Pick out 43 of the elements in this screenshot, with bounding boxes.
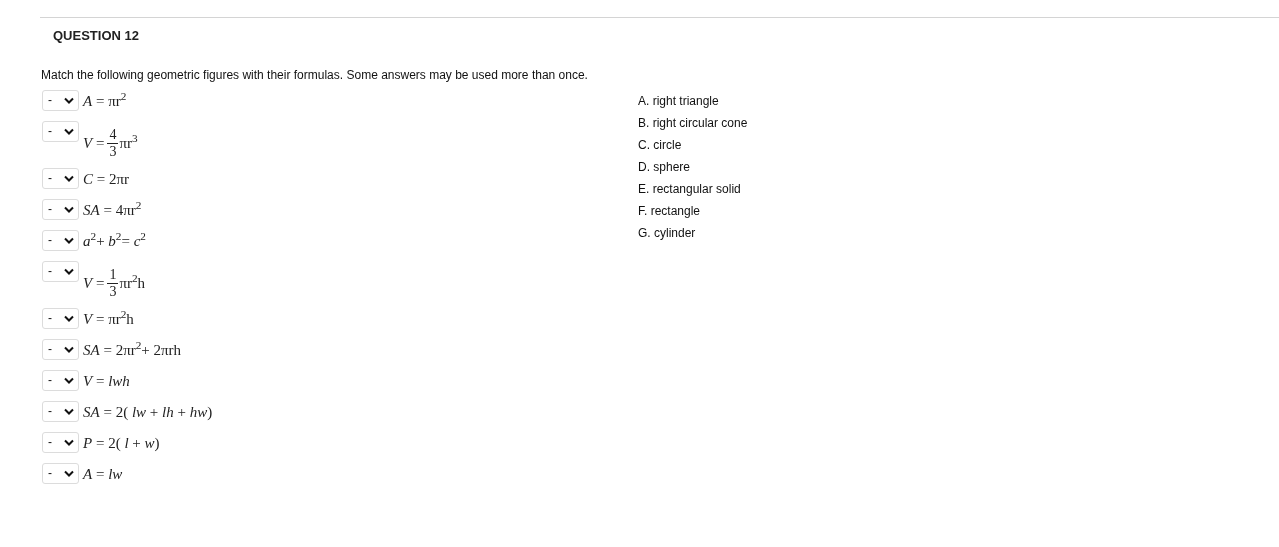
answer-dropdown[interactable]: - — [42, 89, 79, 111]
formula: V = lwh — [83, 371, 130, 391]
answer-option: D. sphere — [638, 158, 691, 176]
chevron-down-icon — [64, 314, 74, 322]
answer-option: B. right circular cone — [638, 114, 748, 132]
chevron-down-icon — [64, 174, 74, 182]
answer-dropdown[interactable]: - — [42, 400, 79, 422]
formula: C = 2πr — [83, 169, 130, 189]
answer-option: C. circle — [638, 136, 682, 154]
chevron-down-icon — [64, 345, 74, 353]
chevron-down-icon — [64, 438, 74, 446]
formula: SA = 2πr$^{2}$+ 2πrh — [83, 338, 182, 360]
chevron-down-icon — [64, 469, 74, 477]
chevron-down-icon — [64, 236, 74, 244]
chevron-down-icon — [64, 96, 74, 104]
formula: SA = 2( lw + lh + hw) — [83, 402, 213, 422]
instructions: Match the following geometric figures with their formulas. Some answers may be used more than once. — [41, 66, 588, 84]
formula: SA = 4πr$^{2}$ — [83, 198, 142, 220]
chevron-down-icon — [64, 407, 74, 415]
chevron-down-icon — [64, 267, 74, 275]
answer-dropdown[interactable]: - — [42, 120, 79, 142]
answer-option: F. rectangle — [638, 202, 701, 220]
question-title: QUESTION 12 — [53, 27, 139, 45]
formula: A = lw — [83, 464, 123, 484]
chevron-down-icon — [64, 376, 74, 384]
answer-dropdown[interactable]: - — [42, 198, 79, 220]
answer-option: A. right triangle — [638, 92, 719, 110]
chevron-down-icon — [64, 205, 74, 213]
answer-dropdown[interactable]: - — [42, 167, 79, 189]
formula: V = πr$^{2}$h — [83, 307, 134, 329]
answer-option: E. rectangular solid — [638, 180, 741, 198]
answer-dropdown[interactable]: - — [42, 462, 79, 484]
formula: A = πr$^{2}$ — [83, 89, 127, 111]
answer-option: G. cylinder — [638, 224, 696, 242]
formula: a$^{2}$+ b$^{2}$= c$^{2}$ — [83, 229, 146, 251]
answer-dropdown[interactable]: - — [42, 260, 79, 282]
answer-dropdown[interactable]: - — [42, 307, 79, 329]
chevron-down-icon — [64, 127, 74, 135]
answer-dropdown[interactable]: - — [42, 338, 79, 360]
formula: P = 2( l + w) — [83, 433, 160, 453]
answer-dropdown[interactable]: - — [42, 369, 79, 391]
answer-dropdown[interactable]: - — [42, 431, 79, 453]
answer-dropdown[interactable]: - — [42, 229, 79, 251]
